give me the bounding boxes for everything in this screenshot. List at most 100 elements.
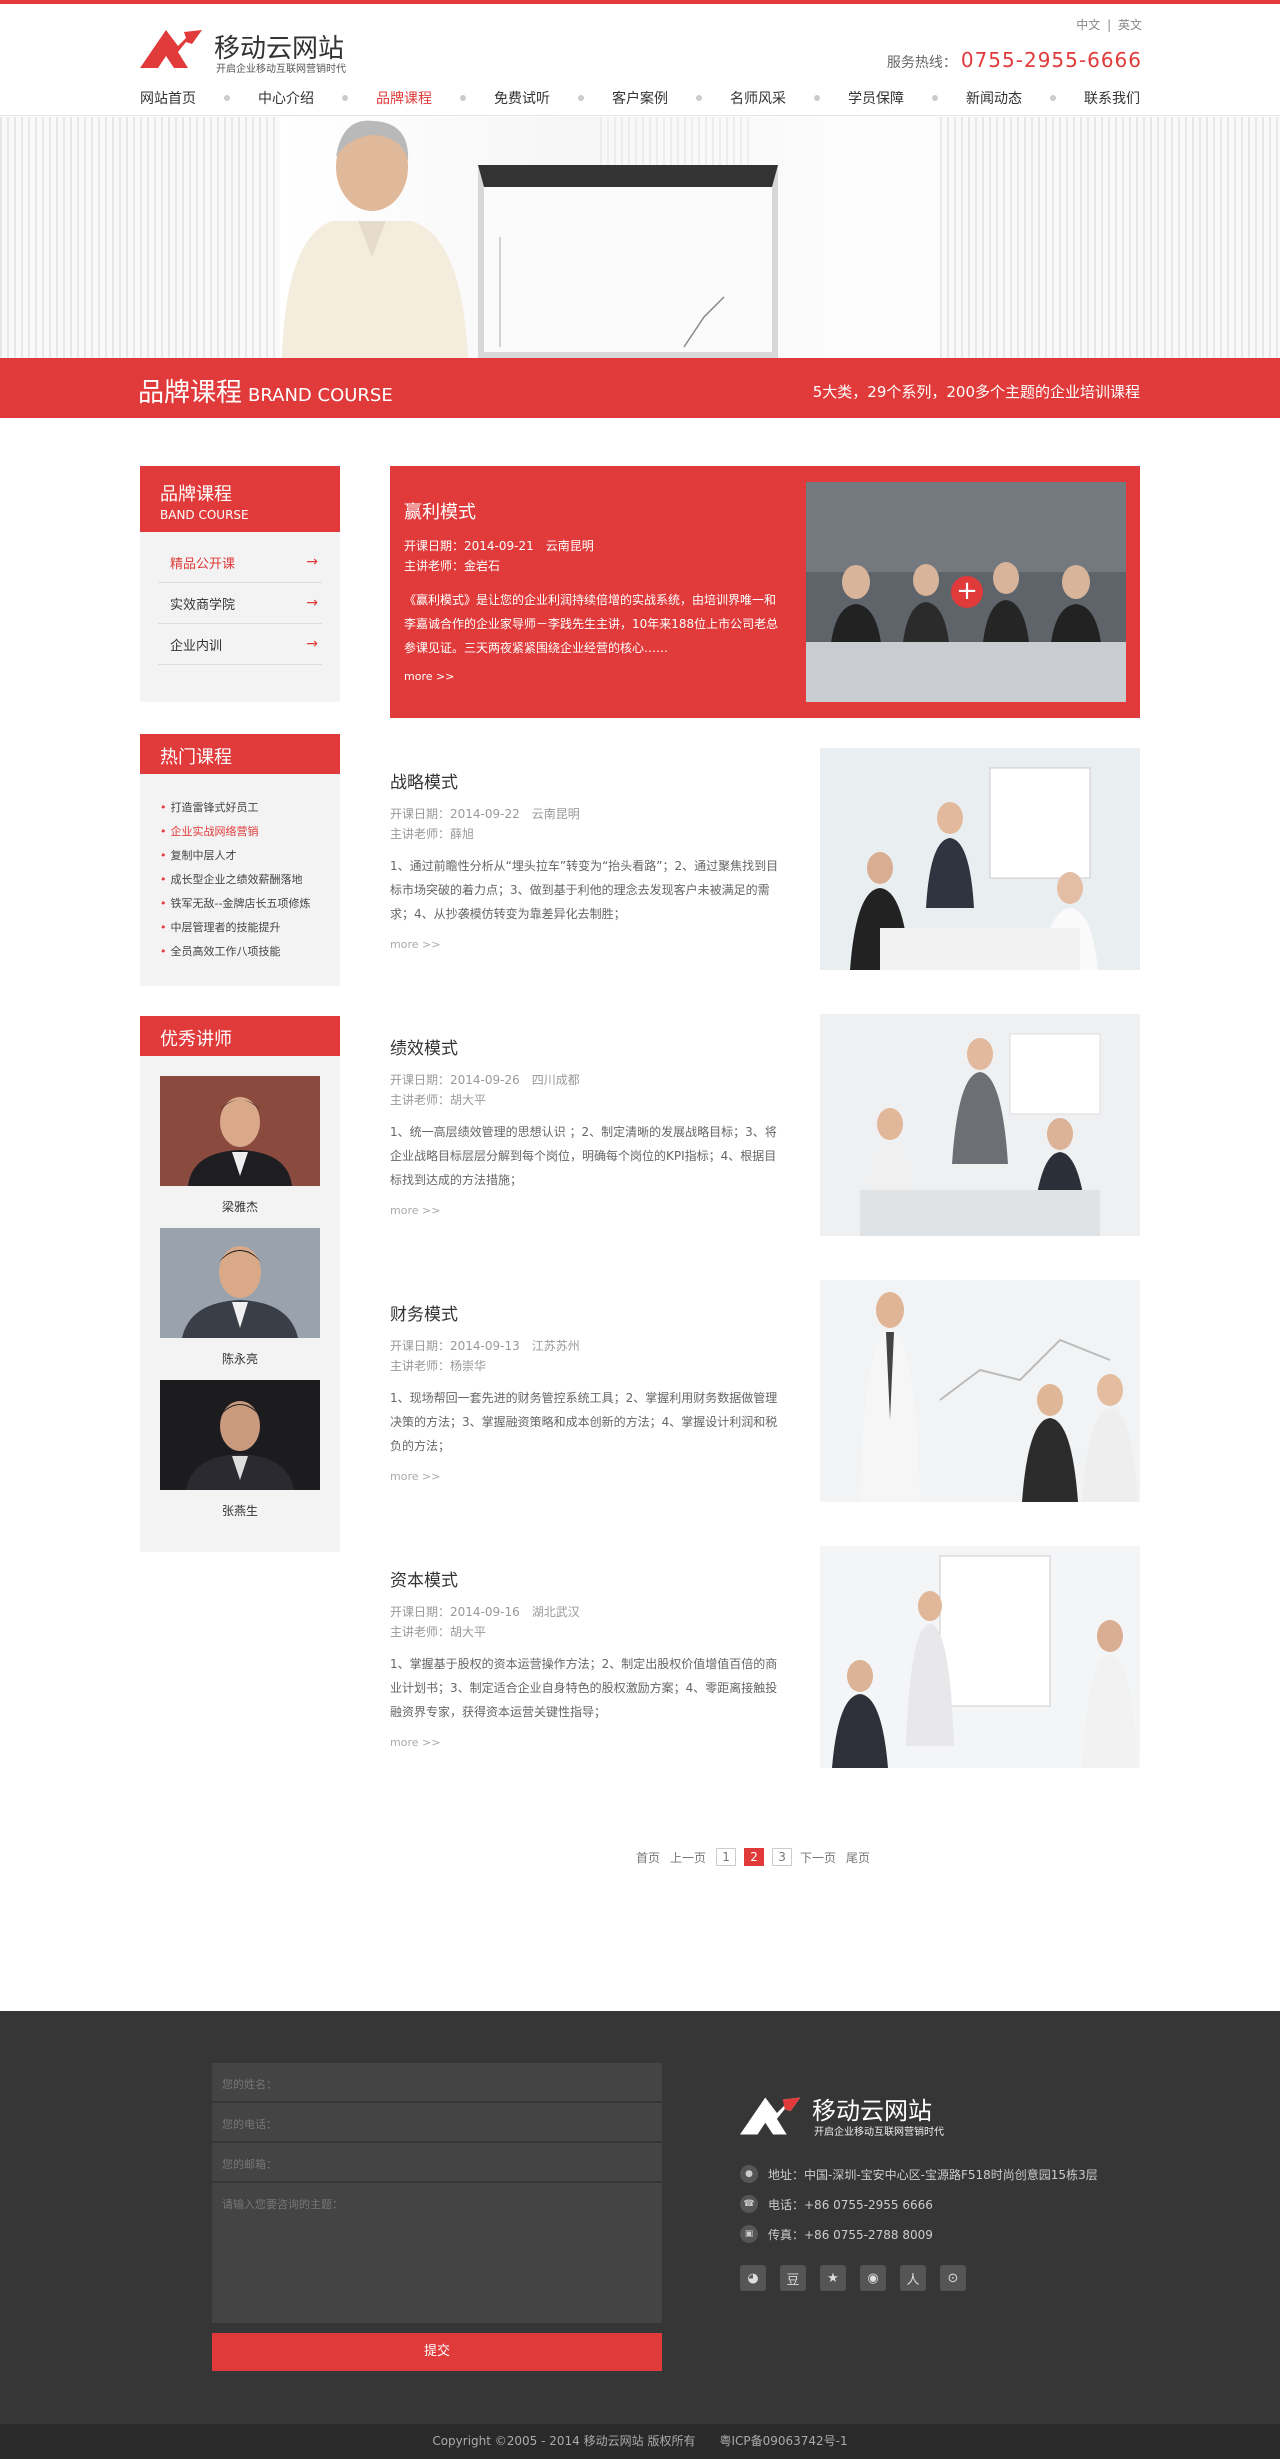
course-photo[interactable] [820,1280,1140,1502]
email-field[interactable]: 您的邮箱： [212,2143,662,2183]
nav-separator-dot [932,95,938,101]
wechat-icon[interactable]: ◕ [740,2265,766,2291]
footer-contact-info: ● 地址：中国-深圳-宝安中心区-宝源路F518时尚创意园15栋3层 ☎ 电话：+8… [740,2159,1098,2249]
course-meta: 开课日期：2014-09-26 四川成都 主讲老师：胡大平 [390,1070,580,1110]
course-more-link[interactable]: more >> [390,1736,440,1749]
submit-button[interactable]: 提交 [212,2333,662,2371]
arrow-right-icon: → [306,554,318,570]
hot-courses-title: 热门课程 [140,734,340,774]
weibo-icon[interactable]: ◉ [860,2265,886,2291]
name-field[interactable]: 您的姓名： [212,2063,662,2103]
teacher-list: 梁雅杰 陈永亮 张燕生 [140,1056,340,1542]
star-icon[interactable]: ★ [820,2265,846,2291]
page-title-en: BRAND COURSE [248,385,393,406]
course-desc: 1、通过前瞻性分析从“埋头拉车”转变为“抬头看路”；2、通过聚焦找到目标市场突破… [390,859,779,921]
topic-textarea[interactable]: 请输入您要咨询的主题： [212,2183,662,2323]
featured-course-title[interactable]: 赢利模式 [404,498,476,524]
banner-presenter-figure [282,120,468,358]
teacher-card[interactable]: 张燕生 [160,1380,320,1518]
contact-form: 您的姓名： 您的电话： 您的邮箱： 请输入您要咨询的主题： 提交 [212,2063,662,2371]
submenu-item-open-course[interactable]: 精品公开课 → [158,542,322,583]
submenu-item-inhouse[interactable]: 企业内训 → [158,624,322,665]
nav-guarantee[interactable]: 学员保障 [848,88,904,108]
location-pin-icon: ● [740,2165,758,2183]
nav-about[interactable]: 中心介绍 [258,88,314,108]
page-title: 品牌课程 BRAND COURSE [138,372,393,409]
lang-cn-link[interactable]: 中文 [1076,18,1100,32]
site-logo[interactable]: 移动云网站 开启企业移动互联网营销时代 [140,22,360,75]
hotline: 服务热线： 0755-2955-6666 [887,48,1142,72]
pager-last[interactable]: 尾页 [846,1849,870,1866]
sidebar-course-heading: 品牌课程 BAND COURSE [140,466,340,532]
search-share-icon[interactable]: ⊙ [940,2265,966,2291]
course-title[interactable]: 战略模式 [390,768,458,793]
nav-home[interactable]: 网站首页 [140,88,196,108]
submenu-item-business-school[interactable]: 实效商学院 → [158,583,322,624]
sidebar-course-menu: 品牌课程 BAND COURSE 精品公开课 → 实效商学院 → 企业内训 → [140,466,340,702]
hot-course-link[interactable]: 复制中层人才 [160,844,326,868]
teacher-card[interactable]: 陈永亮 [160,1228,320,1366]
course-photo[interactable] [820,1014,1140,1236]
nav-courses[interactable]: 品牌课程 [376,88,432,108]
renren-icon[interactable]: 人 [900,2265,926,2291]
course-teacher: 主讲老师：杨崇华 [390,1359,487,1373]
hot-course-link[interactable]: 中层管理者的技能提升 [160,916,326,940]
featured-course-meta: 开课日期：2014-09-21 云南昆明 主讲老师：金岩石 [404,536,594,576]
submenu-item-label: 实效商学院 [170,597,236,613]
hot-course-link[interactable]: 成长型企业之绩效薪酬落地 [160,868,326,892]
footer-phone-text: 电话：+86 0755-2955 6666 [768,2197,933,2212]
pager-page-current[interactable]: 2 [744,1848,765,1866]
course-title[interactable]: 绩效模式 [390,1034,458,1059]
course-photo[interactable] [820,1546,1140,1768]
nav-cases[interactable]: 客户案例 [612,88,668,108]
course-item: 财务模式 开课日期：2014-09-13 江苏苏州 主讲老师：杨崇华 1、现场帮… [390,1280,1140,1502]
course-item: 战略模式 开课日期：2014-09-22 云南昆明 主讲老师：薛旭 1、通过前瞻… [390,748,1140,970]
course-more-link[interactable]: more >> [390,938,440,951]
course-photo[interactable] [820,748,1140,970]
logo-slogan: 开启企业移动互联网营销时代 [216,64,346,75]
course-photo-image [820,1546,1140,1768]
nav-news[interactable]: 新闻动态 [966,88,1022,108]
hot-course-link[interactable]: 全员高效工作八项技能 [160,940,326,964]
course-more-link[interactable]: more >> [390,1204,440,1217]
course-desc: 1、统一高层绩效管理的思想认识 ；2、制定清晰的发展战略目标；3、将企业战略目标… [390,1125,777,1187]
submenu-item-label: 企业内训 [170,638,223,654]
footer-phone: ☎ 电话：+86 0755-2955 6666 [740,2189,1098,2219]
footer-logo-name: 移动云网站 [812,2097,932,2125]
arrow-right-icon: → [306,595,318,611]
course-teacher: 主讲老师：薛旭 [390,827,475,841]
pager-prev[interactable]: 上一页 [670,1849,706,1866]
featured-course-desc: 《赢利模式》是让您的企业利润持续倍增的实战系统，由培训界唯一和李嘉诚合作的企业家… [404,593,779,655]
nav-free-trial[interactable]: 免费试听 [494,88,550,108]
copyright: Copyright ©2005 - 2014 移动云网站 版权所有 粤ICP备0… [0,2424,1280,2459]
teacher-name: 梁雅杰 [221,1200,258,1214]
course-title[interactable]: 财务模式 [390,1300,458,1325]
nav-separator-dot [578,95,584,101]
plus-icon[interactable]: + [951,576,983,608]
course-title[interactable]: 资本模式 [390,1566,458,1591]
footer-logo[interactable]: 移动云网站 开启企业移动互联网营销时代 [740,2091,960,2138]
featured-course-date: 开课日期：2014-09-21 云南昆明 [404,539,594,553]
douban-icon[interactable]: 豆 [780,2265,806,2291]
lang-en-link[interactable]: 英文 [1118,18,1142,32]
hot-course-link[interactable]: 铁军无敌--金牌店长五项修炼 [160,892,326,916]
nav-contact[interactable]: 联系我们 [1084,88,1140,108]
pager-page[interactable]: 3 [772,1848,793,1866]
featured-more-link[interactable]: more >> [404,670,454,683]
course-more-link[interactable]: more >> [390,1470,440,1483]
sidebar-course-title-en: BAND COURSE [160,508,249,522]
hot-course-link[interactable]: 企业实战网络营销 [160,820,326,844]
lang-separator: | [1107,18,1112,32]
featured-course-photo[interactable]: + [806,482,1126,702]
hotline-number: 0755-2955-6666 [960,48,1142,72]
course-teacher: 主讲老师：胡大平 [390,1625,487,1639]
pager-page[interactable]: 1 [716,1848,737,1866]
social-links: ◕ 豆 ★ ◉ 人 ⊙ [740,2265,980,2291]
teacher-card[interactable]: 梁雅杰 [160,1076,320,1214]
phone-field[interactable]: 您的电话： [212,2103,662,2143]
nav-separator-dot [342,95,348,101]
nav-teachers[interactable]: 名师风采 [730,88,786,108]
pager-next[interactable]: 下一页 [800,1849,836,1866]
pager-first[interactable]: 首页 [636,1849,660,1866]
hot-course-link[interactable]: 打造雷锋式好员工 [160,796,326,820]
